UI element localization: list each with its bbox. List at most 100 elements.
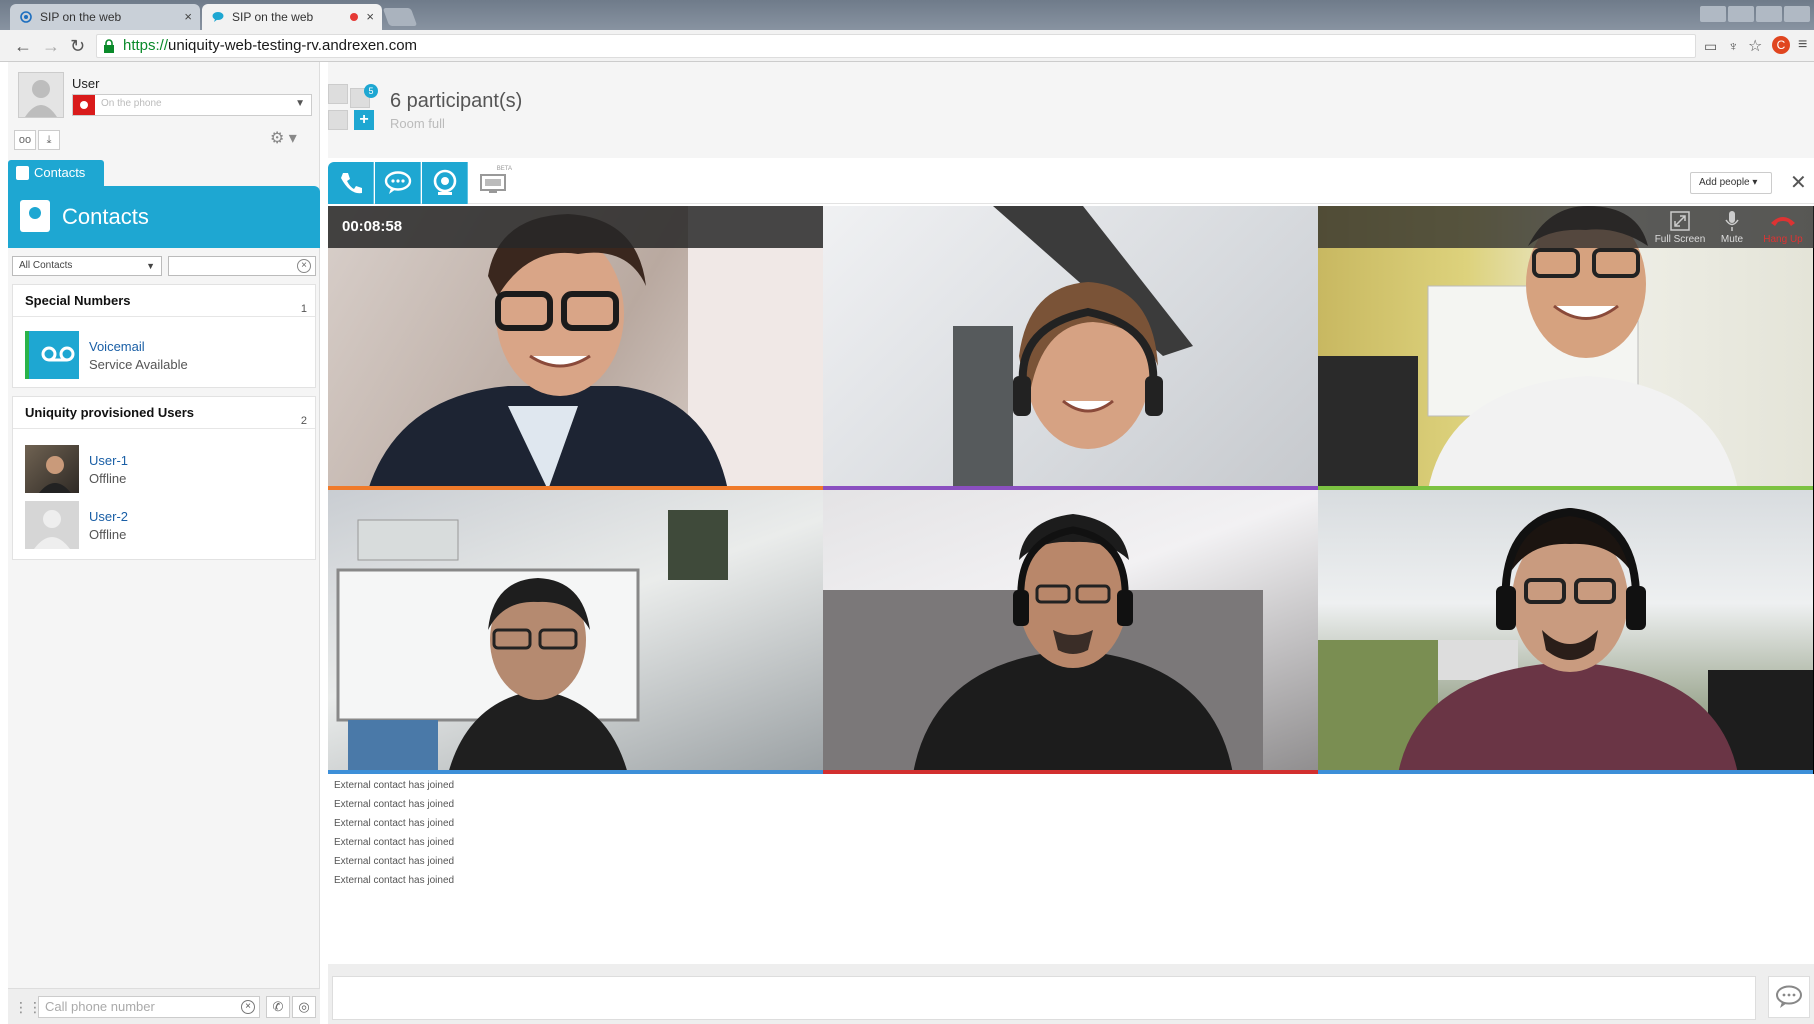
group-title: Special Numbers	[25, 293, 131, 308]
contacts-filter-select[interactable]: All Contacts ▼	[12, 256, 162, 276]
extension-icon[interactable]: C	[1772, 36, 1790, 54]
video-call-icon[interactable]: ◎	[292, 996, 316, 1018]
reload-icon[interactable]: ↻	[70, 36, 85, 57]
chat-message-input[interactable]	[332, 976, 1756, 1020]
chat-send-icon	[1776, 985, 1802, 1008]
contact-status: Offline	[89, 527, 127, 542]
close-tab-icon[interactable]: ×	[184, 4, 192, 30]
send-message-button[interactable]	[1768, 976, 1810, 1018]
log-entry: External contact has joined	[334, 837, 455, 848]
minimize-button[interactable]	[1728, 6, 1754, 22]
group-header[interactable]: Uniquity provisioned Users 2	[13, 397, 315, 429]
log-entry: External contact has joined	[334, 799, 455, 810]
close-room-icon[interactable]: ✕	[1790, 170, 1807, 195]
full-screen-label: Full Screen	[1654, 234, 1706, 245]
close-window-button[interactable]	[1784, 6, 1810, 22]
list-item-user-1[interactable]: User-1 Offline	[25, 445, 305, 493]
browser-tab-sip-1[interactable]: SIP on the web ×	[10, 4, 200, 30]
tab-webcam[interactable]	[422, 162, 468, 204]
mute-button[interactable]: Mute	[1714, 208, 1750, 245]
participant-2-video	[953, 206, 1193, 490]
tab-screen-share[interactable]: BETA	[470, 162, 516, 204]
video-tile-2[interactable]	[823, 206, 1318, 490]
chevron-down-icon: ▼	[146, 261, 155, 271]
tab-contacts-label: Contacts	[34, 165, 86, 180]
contact-name: User-1	[89, 453, 129, 468]
microphone-icon	[1725, 211, 1739, 231]
call-phone-number-input[interactable]: Call phone number ×	[38, 996, 260, 1018]
browser-tab-sip-2[interactable]: SIP on the web ×	[202, 4, 382, 30]
webcam-icon	[433, 169, 456, 195]
list-item-voicemail[interactable]: Voicemail Service Available	[25, 331, 305, 379]
dialpad-icon[interactable]: ⋮⋮⋮	[14, 999, 56, 1015]
group-count: 1	[300, 303, 307, 315]
contacts-search-input[interactable]: ×	[168, 256, 316, 276]
group-header[interactable]: Special Numbers 1	[13, 285, 315, 317]
gear-icon[interactable]: ⚙ ▾	[270, 128, 306, 150]
user-avatar[interactable]	[18, 72, 64, 118]
tab-audio-call[interactable]	[328, 162, 374, 204]
video-tile-1[interactable]	[328, 206, 823, 490]
group-count: 2	[300, 415, 307, 427]
voicemail-icon[interactable]: oo	[14, 130, 36, 150]
presence-status-field[interactable]: On the phone ▼	[72, 94, 312, 116]
url-host: uniquity-web-testing-rv.andrexen.com	[168, 37, 418, 54]
close-tab-icon[interactable]: ×	[366, 4, 374, 30]
back-arrow-icon[interactable]: ←	[14, 36, 32, 57]
download-icon[interactable]: ⤓	[38, 130, 60, 150]
participant-square-icon	[328, 84, 348, 104]
video-tile-5[interactable]	[823, 490, 1318, 774]
add-people-button[interactable]: Add people ▾	[1690, 172, 1772, 194]
room-status: Room full	[390, 116, 445, 131]
browser-tab-bar: SIP on the web × SIP on the web ×	[0, 0, 1814, 30]
tab-contacts[interactable]: Contacts	[8, 160, 104, 186]
browser-tab-title: SIP on the web	[232, 10, 314, 24]
clear-search-icon[interactable]: ×	[297, 259, 311, 273]
user-profile-button[interactable]	[1700, 6, 1726, 22]
sip-favicon-icon	[20, 11, 32, 23]
video-tile-3[interactable]	[1318, 206, 1813, 490]
video-tile-6[interactable]	[1318, 490, 1813, 774]
maximize-button[interactable]	[1756, 6, 1782, 22]
conference-event-log: External contact has joined External con…	[328, 776, 1814, 964]
address-bar-row: ← → ↻ https://uniquity-web-testing-rv.an…	[0, 30, 1814, 62]
busy-status-icon	[73, 95, 95, 115]
tab-chat[interactable]	[375, 162, 421, 204]
hang-up-label: Hang Up	[1763, 234, 1803, 245]
mic-indicator-icon[interactable]: ♆	[1728, 38, 1739, 54]
user-name: User	[72, 76, 100, 91]
beta-label: BETA	[496, 166, 512, 172]
room-participants-icon[interactable]: 5 +	[328, 84, 380, 132]
call-timer: 00:08:58	[342, 218, 403, 235]
full-screen-button[interactable]: Full Screen	[1650, 208, 1710, 245]
conference-toolbar: BETA Add people ▾ ✕	[328, 162, 1814, 204]
contacts-book-icon	[16, 166, 29, 180]
log-entry: External contact has joined	[334, 856, 455, 867]
participant-color-bar	[823, 770, 1318, 774]
list-item-user-2[interactable]: User-2 Offline	[25, 501, 305, 549]
bookmark-star-icon[interactable]: ☆	[1748, 36, 1762, 56]
hang-up-button[interactable]: Hang Up	[1758, 208, 1808, 245]
clear-number-icon[interactable]: ×	[241, 1000, 255, 1014]
group-title: Uniquity provisioned Users	[25, 405, 195, 420]
log-entry: External contact has joined	[334, 875, 455, 886]
menu-icon[interactable]: ≡	[1798, 36, 1807, 54]
forward-arrow-icon[interactable]: →	[42, 36, 60, 57]
add-participant-icon[interactable]: +	[354, 110, 374, 130]
left-panel: User On the phone ▼ oo ⤓ ⚙ ▾ Contacts Co…	[8, 62, 320, 1024]
avatar-silhouette-icon	[19, 73, 63, 117]
user-1-avatar	[25, 445, 79, 493]
room-header: 5 + 6 participant(s) Room full	[328, 62, 1814, 158]
new-tab-button[interactable]	[382, 8, 418, 26]
video-tile-4[interactable]	[328, 490, 823, 774]
contacts-header: Contacts	[8, 186, 320, 248]
participant-4-video	[336, 510, 728, 774]
phone-call-icon[interactable]: ✆	[266, 996, 290, 1018]
url-field[interactable]: https://uniquity-web-testing-rv.andrexen…	[96, 34, 1696, 58]
chevron-down-icon[interactable]: ▼	[295, 98, 305, 109]
camera-indicator-icon[interactable]: ▭	[1704, 38, 1717, 55]
video-grid: 00:08:58 Full Screen Mute Hang Up	[328, 206, 1814, 774]
dial-bar: ⋮⋮⋮ Call phone number × ✆ ◎	[8, 988, 320, 1024]
contact-status: Service Available	[89, 357, 188, 372]
participant-1-video	[368, 206, 823, 490]
